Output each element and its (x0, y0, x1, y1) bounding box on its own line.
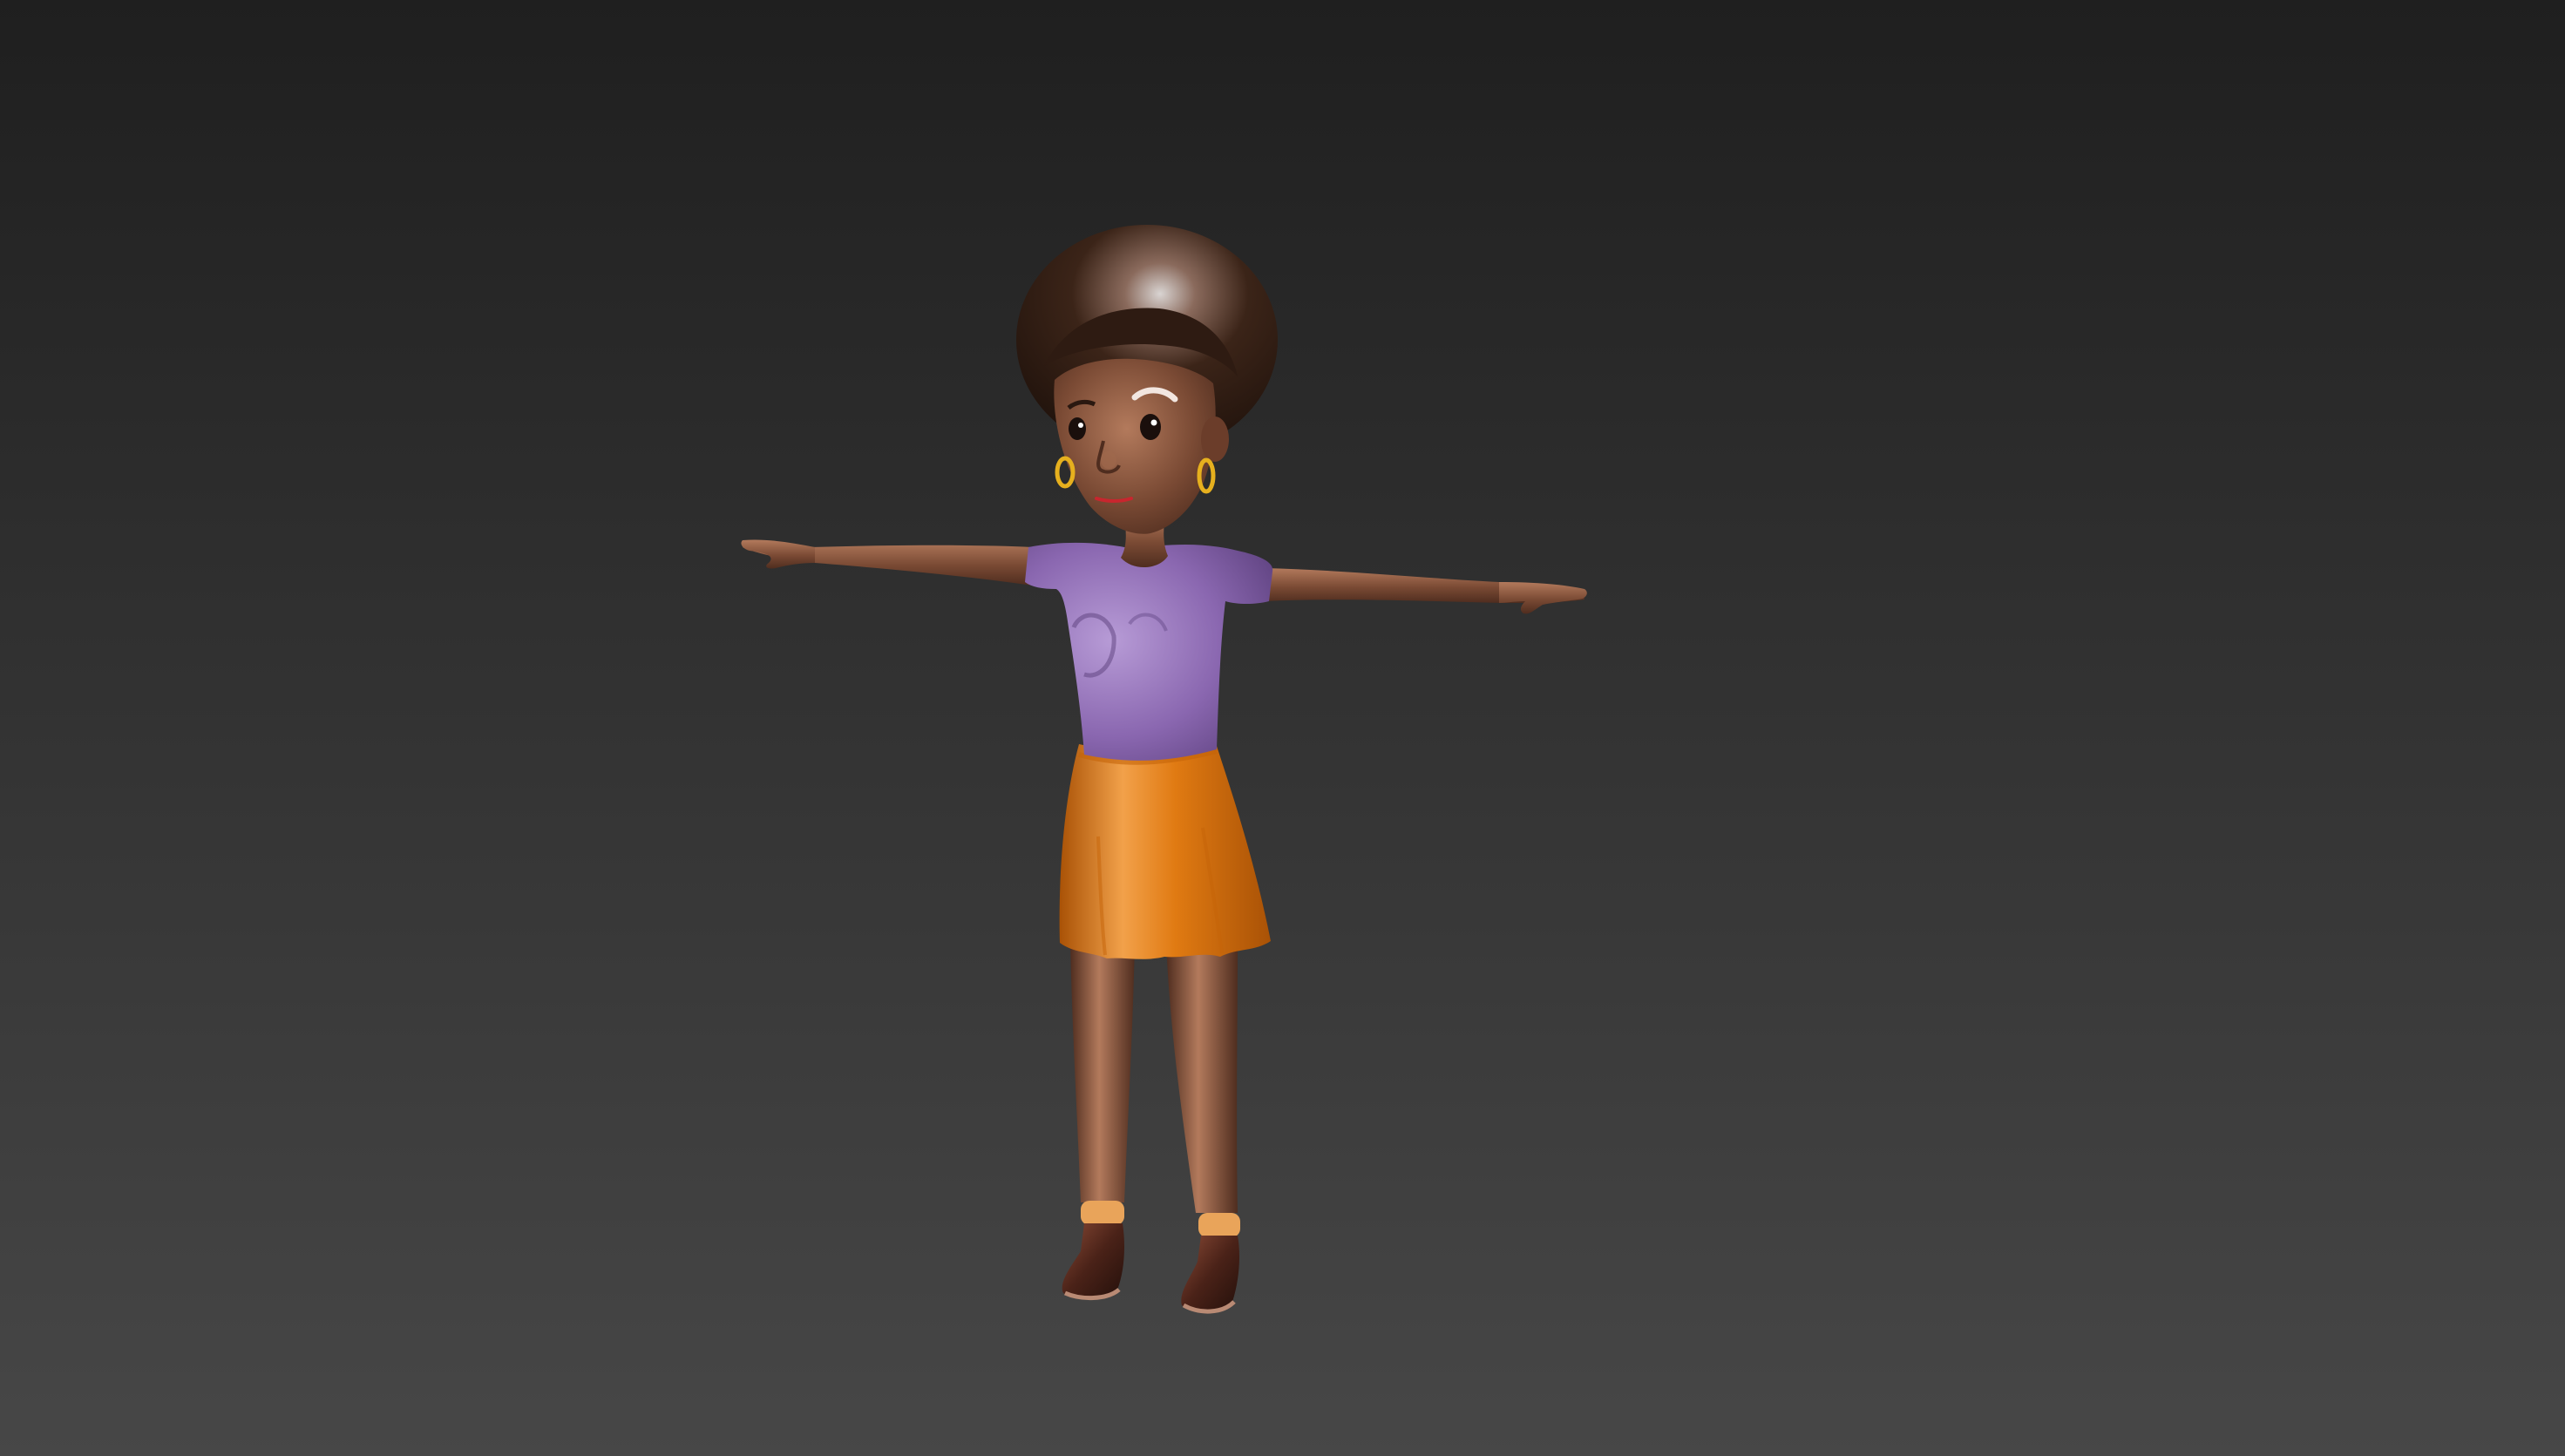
right-eye (1140, 414, 1161, 440)
right-sock (1198, 1213, 1240, 1237)
left-eye (1069, 417, 1086, 440)
right-ear (1201, 416, 1229, 462)
3d-viewport[interactable] (0, 0, 2565, 1456)
scene-render (0, 0, 2565, 1456)
viewport-background (0, 0, 2565, 1456)
left-leg (1070, 941, 1135, 1202)
left-sock (1081, 1201, 1124, 1225)
